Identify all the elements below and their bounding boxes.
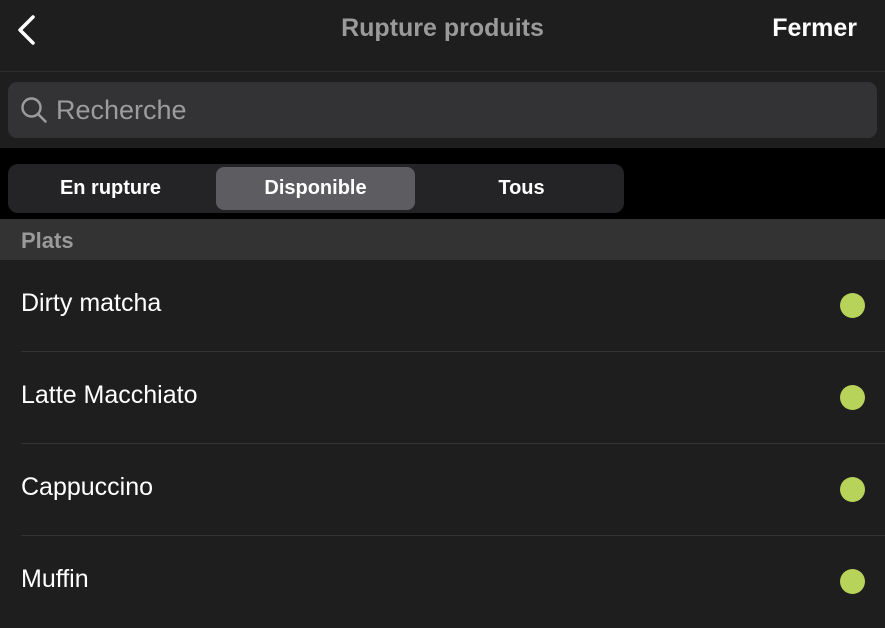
- list-item[interactable]: Cappuccino: [0, 444, 885, 536]
- search-input[interactable]: [56, 82, 856, 138]
- item-label: Muffin: [21, 565, 89, 593]
- page-title: Rupture produits: [341, 14, 544, 42]
- filter-bar: En rupture Disponible Tous: [0, 148, 885, 219]
- list-item[interactable]: Latte Macchiato: [0, 352, 885, 444]
- search-field-container[interactable]: [8, 82, 877, 138]
- status-available-icon: [840, 385, 865, 410]
- tab-tous[interactable]: Tous: [422, 167, 621, 210]
- nav-bar: Rupture produits Fermer: [0, 0, 885, 72]
- list-item[interactable]: Dirty matcha: [0, 260, 885, 352]
- section-title: Plats: [21, 228, 74, 253]
- status-available-icon: [840, 569, 865, 594]
- segmented-control: En rupture Disponible Tous: [8, 164, 624, 213]
- list-item[interactable]: Muffin: [0, 536, 885, 628]
- search-bar: [0, 72, 885, 148]
- search-icon: [21, 97, 47, 123]
- item-label: Dirty matcha: [21, 289, 162, 317]
- item-label: Latte Macchiato: [21, 381, 198, 409]
- tab-disponible[interactable]: Disponible: [216, 167, 415, 210]
- section-header: Plats: [0, 219, 885, 260]
- product-list: Dirty matcha Latte Macchiato Cappuccino …: [0, 260, 885, 628]
- status-available-icon: [840, 293, 865, 318]
- status-available-icon: [840, 477, 865, 502]
- close-button[interactable]: Fermer: [772, 14, 857, 43]
- tab-en-rupture[interactable]: En rupture: [11, 167, 210, 210]
- item-label: Cappuccino: [21, 473, 154, 501]
